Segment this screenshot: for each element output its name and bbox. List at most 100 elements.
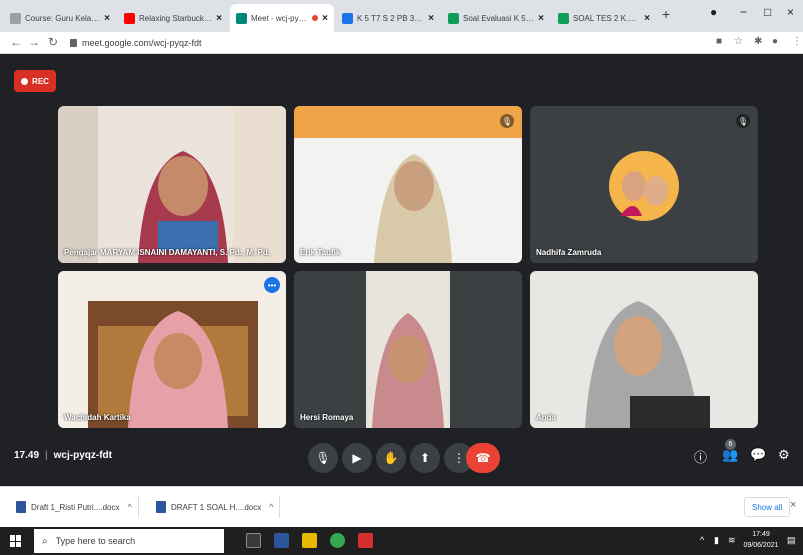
tab-sheets-soal[interactable]: SOAL TES 2 K.D 3.4 ( × xyxy=(552,4,656,32)
tab-sheets-evaluasi[interactable]: Soal Evaluasi K 5 T 7 S × xyxy=(442,4,550,32)
participant-name: Erik Taufik xyxy=(300,248,341,257)
activities-icon[interactable]: ⚙ xyxy=(778,447,790,463)
sheets-icon xyxy=(558,12,569,24)
back-icon[interactable]: ← xyxy=(10,35,22,49)
present-button[interactable]: ⬆ xyxy=(410,443,440,473)
address-bar: ← → ↻ meet.google.com/wcj-pyqz-fdt ■ ☆ ✱… xyxy=(0,32,803,54)
leave-call-button[interactable]: ☎ xyxy=(466,443,500,473)
video-feed xyxy=(294,271,522,428)
meeting-time: 17.49 xyxy=(14,450,40,461)
windows-taskbar: ⌕ Type here to search ^ ▮ ≋ 17:49 09/06/… xyxy=(0,527,803,555)
word-icon[interactable] xyxy=(274,533,289,548)
participant-name: Anda xyxy=(536,413,556,422)
participant-tile[interactable]: 🎙 Nadhifa Zamruda xyxy=(530,106,758,263)
close-icon[interactable]: × xyxy=(790,499,796,511)
menu-icon[interactable]: ⋮ xyxy=(792,36,802,47)
camera-button[interactable]: ▶ xyxy=(342,443,372,473)
video-camera-icon: ▶ xyxy=(352,451,362,465)
mic-off-icon: 🎙 xyxy=(736,114,750,128)
people-button[interactable]: 6 👥 xyxy=(722,439,738,463)
task-view-icon[interactable] xyxy=(246,533,261,548)
search-placeholder: Type here to search xyxy=(55,536,136,546)
meeting-info: 17.49 | wcj-pyqz-fdt xyxy=(14,450,112,461)
microphone-button[interactable]: 🎙 xyxy=(308,443,338,473)
meeting-code: wcj-pyqz-fdt xyxy=(53,450,112,461)
hand-icon: ✋ xyxy=(383,451,399,465)
system-clock[interactable]: 17:49 09/06/2021 xyxy=(741,529,781,551)
chevron-up-icon[interactable]: ^ xyxy=(269,502,273,512)
participant-count-badge: 6 xyxy=(725,439,736,450)
forward-icon[interactable]: → xyxy=(28,35,40,49)
show-all-button[interactable]: Show all xyxy=(744,497,791,517)
star-icon[interactable]: ☆ xyxy=(734,36,743,47)
reload-icon[interactable]: ↻ xyxy=(48,35,58,49)
close-icon[interactable]: × xyxy=(216,13,222,24)
participant-tile[interactable]: ••• Wachidah Kartika xyxy=(58,271,286,428)
close-icon[interactable]: × xyxy=(428,13,434,24)
extensions-icon[interactable]: ✱ xyxy=(754,36,762,47)
chrome-icon[interactable] xyxy=(330,533,345,548)
rec-label: REC xyxy=(32,76,49,86)
video-feed xyxy=(58,271,286,428)
participant-tile[interactable]: Pengajar MARYAM ISNAINI DAMAYANTI, S. Pd… xyxy=(58,106,286,263)
mic-off-icon: 🎙 xyxy=(500,114,514,128)
raise-hand-button[interactable]: ✋ xyxy=(376,443,406,473)
participant-name: Hersi Romaya xyxy=(300,413,354,422)
meet-control-bar: 17.49 | wcj-pyqz-fdt 🎙 ▶ ✋ ⬆ ⋮ ☎ ⓘ 6 👥 💬 ⚙ xyxy=(0,435,803,481)
close-icon[interactable]: × xyxy=(104,13,110,24)
recording-badge: REC xyxy=(14,70,56,92)
network-icon[interactable]: ≋ xyxy=(728,535,736,546)
search-icon: ⌕ xyxy=(42,535,48,547)
tab-course[interactable]: Course: Guru Kelas SD × xyxy=(4,4,116,32)
youtube-icon xyxy=(124,12,135,24)
download-item[interactable]: DRAFT 1 SOAL H....docx ^ xyxy=(150,496,281,518)
new-tab-icon[interactable]: + xyxy=(662,6,670,22)
participant-tile[interactable]: Anda xyxy=(530,271,758,428)
url-text: meet.google.com/wcj-pyqz-fdt xyxy=(82,37,202,48)
tab-title: K 5 T7 S 2 PB 3 - Goo xyxy=(357,13,424,23)
profile-icon[interactable]: ● xyxy=(710,5,717,19)
sheets-icon xyxy=(448,12,459,24)
more-vert-icon: ⋮ xyxy=(453,451,465,465)
minimize-icon[interactable]: − xyxy=(740,5,747,19)
end-call-icon: ☎ xyxy=(475,451,491,465)
participant-tile[interactable]: 🎙 Erik Taufik xyxy=(294,106,522,263)
tab-title: Course: Guru Kelas SD xyxy=(25,13,100,23)
file-explorer-icon[interactable] xyxy=(302,533,317,548)
tab-docs[interactable]: K 5 T7 S 2 PB 3 - Goo × xyxy=(336,4,440,32)
close-icon[interactable]: × xyxy=(644,13,650,24)
tab-title: Soal Evaluasi K 5 T 7 S xyxy=(463,13,534,23)
present-screen-icon: ⬆ xyxy=(419,451,431,465)
pdf-reader-icon[interactable] xyxy=(358,533,373,548)
participant-tile[interactable]: Hersi Romaya xyxy=(294,271,522,428)
windows-start-icon[interactable] xyxy=(10,535,22,547)
downloads-bar: Draft 1_Risti Putri....docx ^ DRAFT 1 SO… xyxy=(0,486,803,527)
page-icon xyxy=(10,12,21,24)
microphone-icon: 🎙 xyxy=(315,451,331,465)
camera-icon[interactable]: ■ xyxy=(716,36,722,47)
maximize-icon[interactable]: □ xyxy=(764,5,771,19)
notification-icon[interactable]: ▤ xyxy=(787,535,796,546)
avatar-icon[interactable]: ● xyxy=(772,36,778,47)
chat-icon[interactable]: 💬 xyxy=(750,447,766,463)
taskbar-search-input[interactable]: ⌕ Type here to search xyxy=(34,529,224,553)
recording-dot-icon xyxy=(312,15,319,21)
tab-youtube[interactable]: Relaxing Starbucks In × xyxy=(118,4,228,32)
clock-time: 17:49 xyxy=(752,531,770,538)
word-document-icon xyxy=(156,501,166,513)
info-icon[interactable]: ⓘ xyxy=(694,447,707,466)
close-icon[interactable]: × xyxy=(322,13,328,24)
video-feed xyxy=(294,106,522,263)
tab-meet[interactable]: Meet - wcj-pyqz- × xyxy=(230,4,334,32)
avatar-feed xyxy=(530,106,758,263)
close-icon[interactable]: × xyxy=(538,13,544,24)
tab-title: Meet - wcj-pyqz- xyxy=(251,13,309,23)
tab-title: Relaxing Starbucks In xyxy=(139,13,213,23)
download-item[interactable]: Draft 1_Risti Putri....docx ^ xyxy=(10,496,139,518)
tab-title: SOAL TES 2 K.D 3.4 ( xyxy=(573,13,641,23)
video-feed xyxy=(58,106,286,263)
chevron-up-icon[interactable]: ^ xyxy=(127,502,131,512)
chevron-up-icon[interactable]: ^ xyxy=(700,535,704,545)
close-window-icon[interactable]: × xyxy=(787,5,794,19)
url-field[interactable]: meet.google.com/wcj-pyqz-fdt xyxy=(70,34,710,51)
